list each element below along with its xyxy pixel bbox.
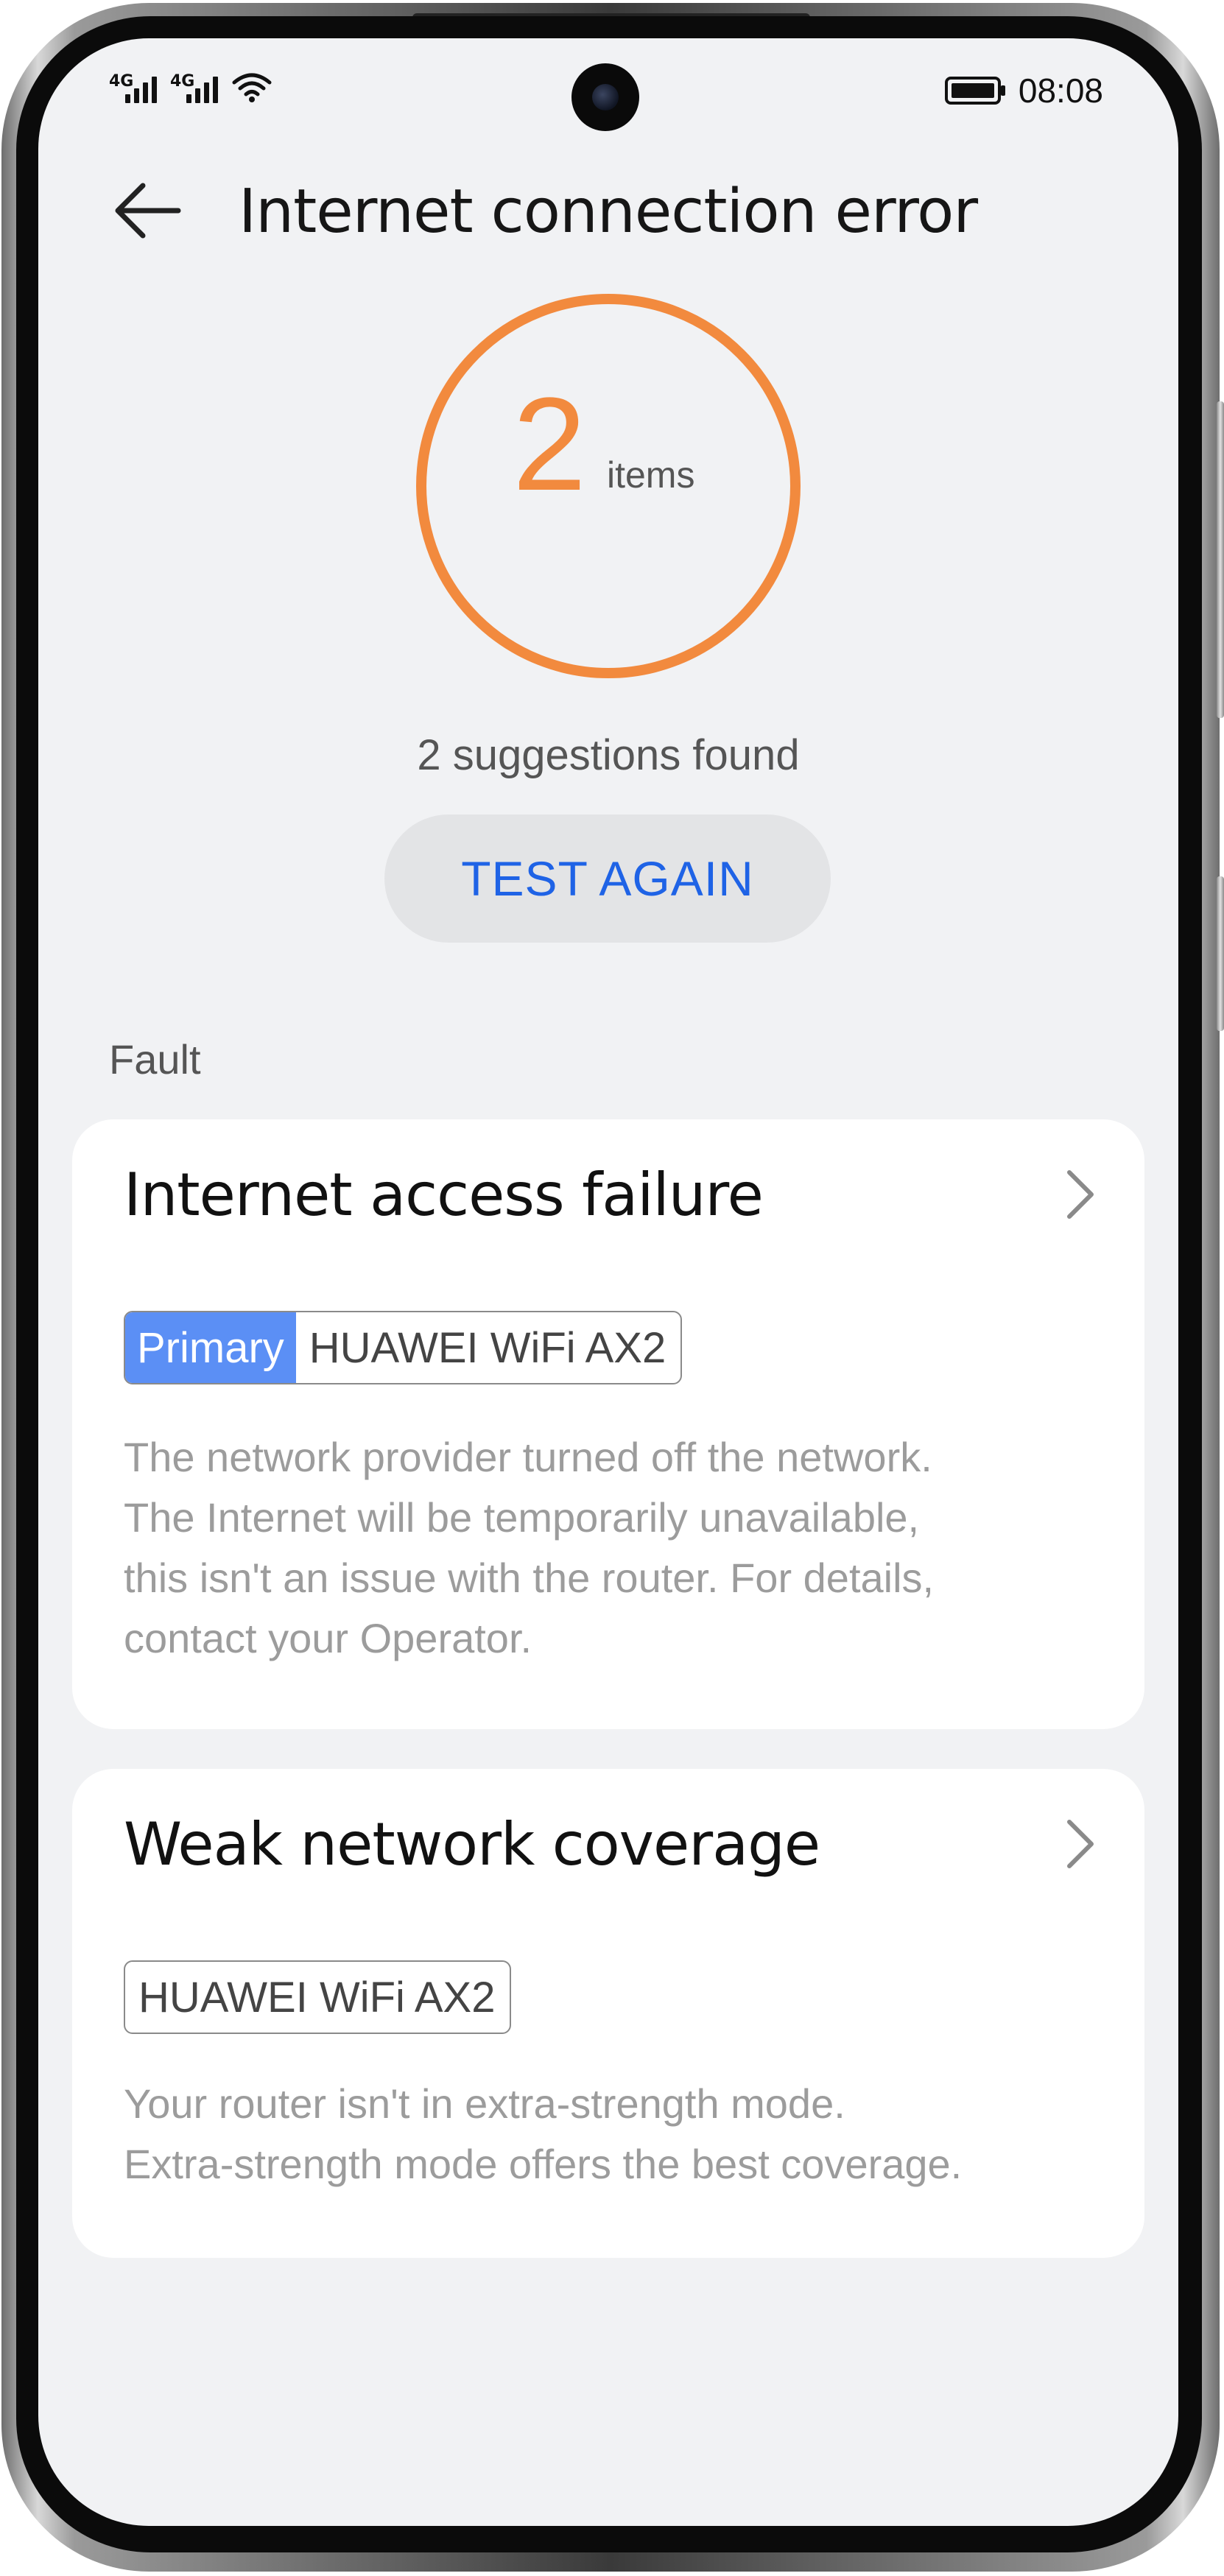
description-line: Extra-strength mode offers the best cove… — [124, 2141, 963, 2187]
header: Internet connection error — [38, 163, 1178, 252]
fault-title: Weak network coverage — [124, 1810, 820, 1879]
network-type: 4G — [109, 72, 134, 91]
status-bar: 4G 4G 08:08 — [38, 38, 1178, 156]
battery-icon — [944, 77, 1005, 105]
status-icons-right: 08:08 — [944, 71, 1103, 110]
section-label-fault: Fault — [109, 1036, 201, 1083]
description-line: The Internet will be temporarily unavail… — [124, 1494, 920, 1541]
status-icons-left: 4G 4G — [109, 71, 272, 103]
primary-badge: Primary — [125, 1312, 296, 1383]
page-title: Internet connection error — [239, 177, 978, 247]
description-line: Your router isn't in extra-strength mode… — [124, 2080, 845, 2127]
fault-title: Internet access failure — [124, 1161, 764, 1229]
fault-count-unit: items — [607, 454, 695, 496]
screen: 4G 4G 08:08 Internet connection error 2 … — [38, 38, 1178, 2526]
test-again-button[interactable]: TEST AGAIN — [384, 814, 831, 943]
device-tag: Primary HUAWEI WiFi AX2 — [124, 1311, 683, 1384]
result-ring: 2 items — [412, 290, 804, 682]
chevron-right-icon — [1067, 1820, 1094, 1868]
clock: 08:08 — [1018, 71, 1103, 110]
description-line: The network provider turned off the netw… — [124, 1434, 932, 1480]
wifi-icon — [232, 73, 272, 102]
device-name: HUAWEI WiFi AX2 — [138, 1973, 496, 2021]
volume-button — [1217, 401, 1224, 718]
phone-frame: 4G 4G 08:08 Internet connection error 2 … — [0, 0, 1224, 2576]
description-line: contact your Operator. — [124, 1615, 532, 1661]
device-tag: HUAWEI WiFi AX2 — [124, 1960, 512, 2034]
fault-card-weak-coverage[interactable]: Weak network coverage HUAWEI WiFi AX2 Yo… — [72, 1769, 1144, 2258]
fault-card-internet-access[interactable]: Internet access failure Primary HUAWEI W… — [72, 1119, 1144, 1729]
arrow-left-icon — [115, 183, 181, 239]
network-type: 4G — [170, 72, 195, 91]
chevron-right-icon — [1067, 1170, 1094, 1219]
fault-description: Your router isn't in extra-strength mode… — [124, 2074, 1103, 2195]
fault-description: The network provider turned off the netw… — [124, 1427, 1103, 1669]
front-camera — [571, 63, 639, 131]
signal-icon: 4G — [170, 72, 218, 103]
fault-count: 2 — [513, 370, 587, 518]
device-name: HUAWEI WiFi AX2 — [309, 1323, 666, 1372]
power-button — [1217, 876, 1224, 1031]
description-line: this isn't an issue with the router. For… — [124, 1555, 935, 1601]
signal-icon: 4G — [109, 72, 157, 103]
back-button[interactable] — [109, 172, 186, 249]
suggestions-summary: 2 suggestions found — [417, 731, 800, 779]
